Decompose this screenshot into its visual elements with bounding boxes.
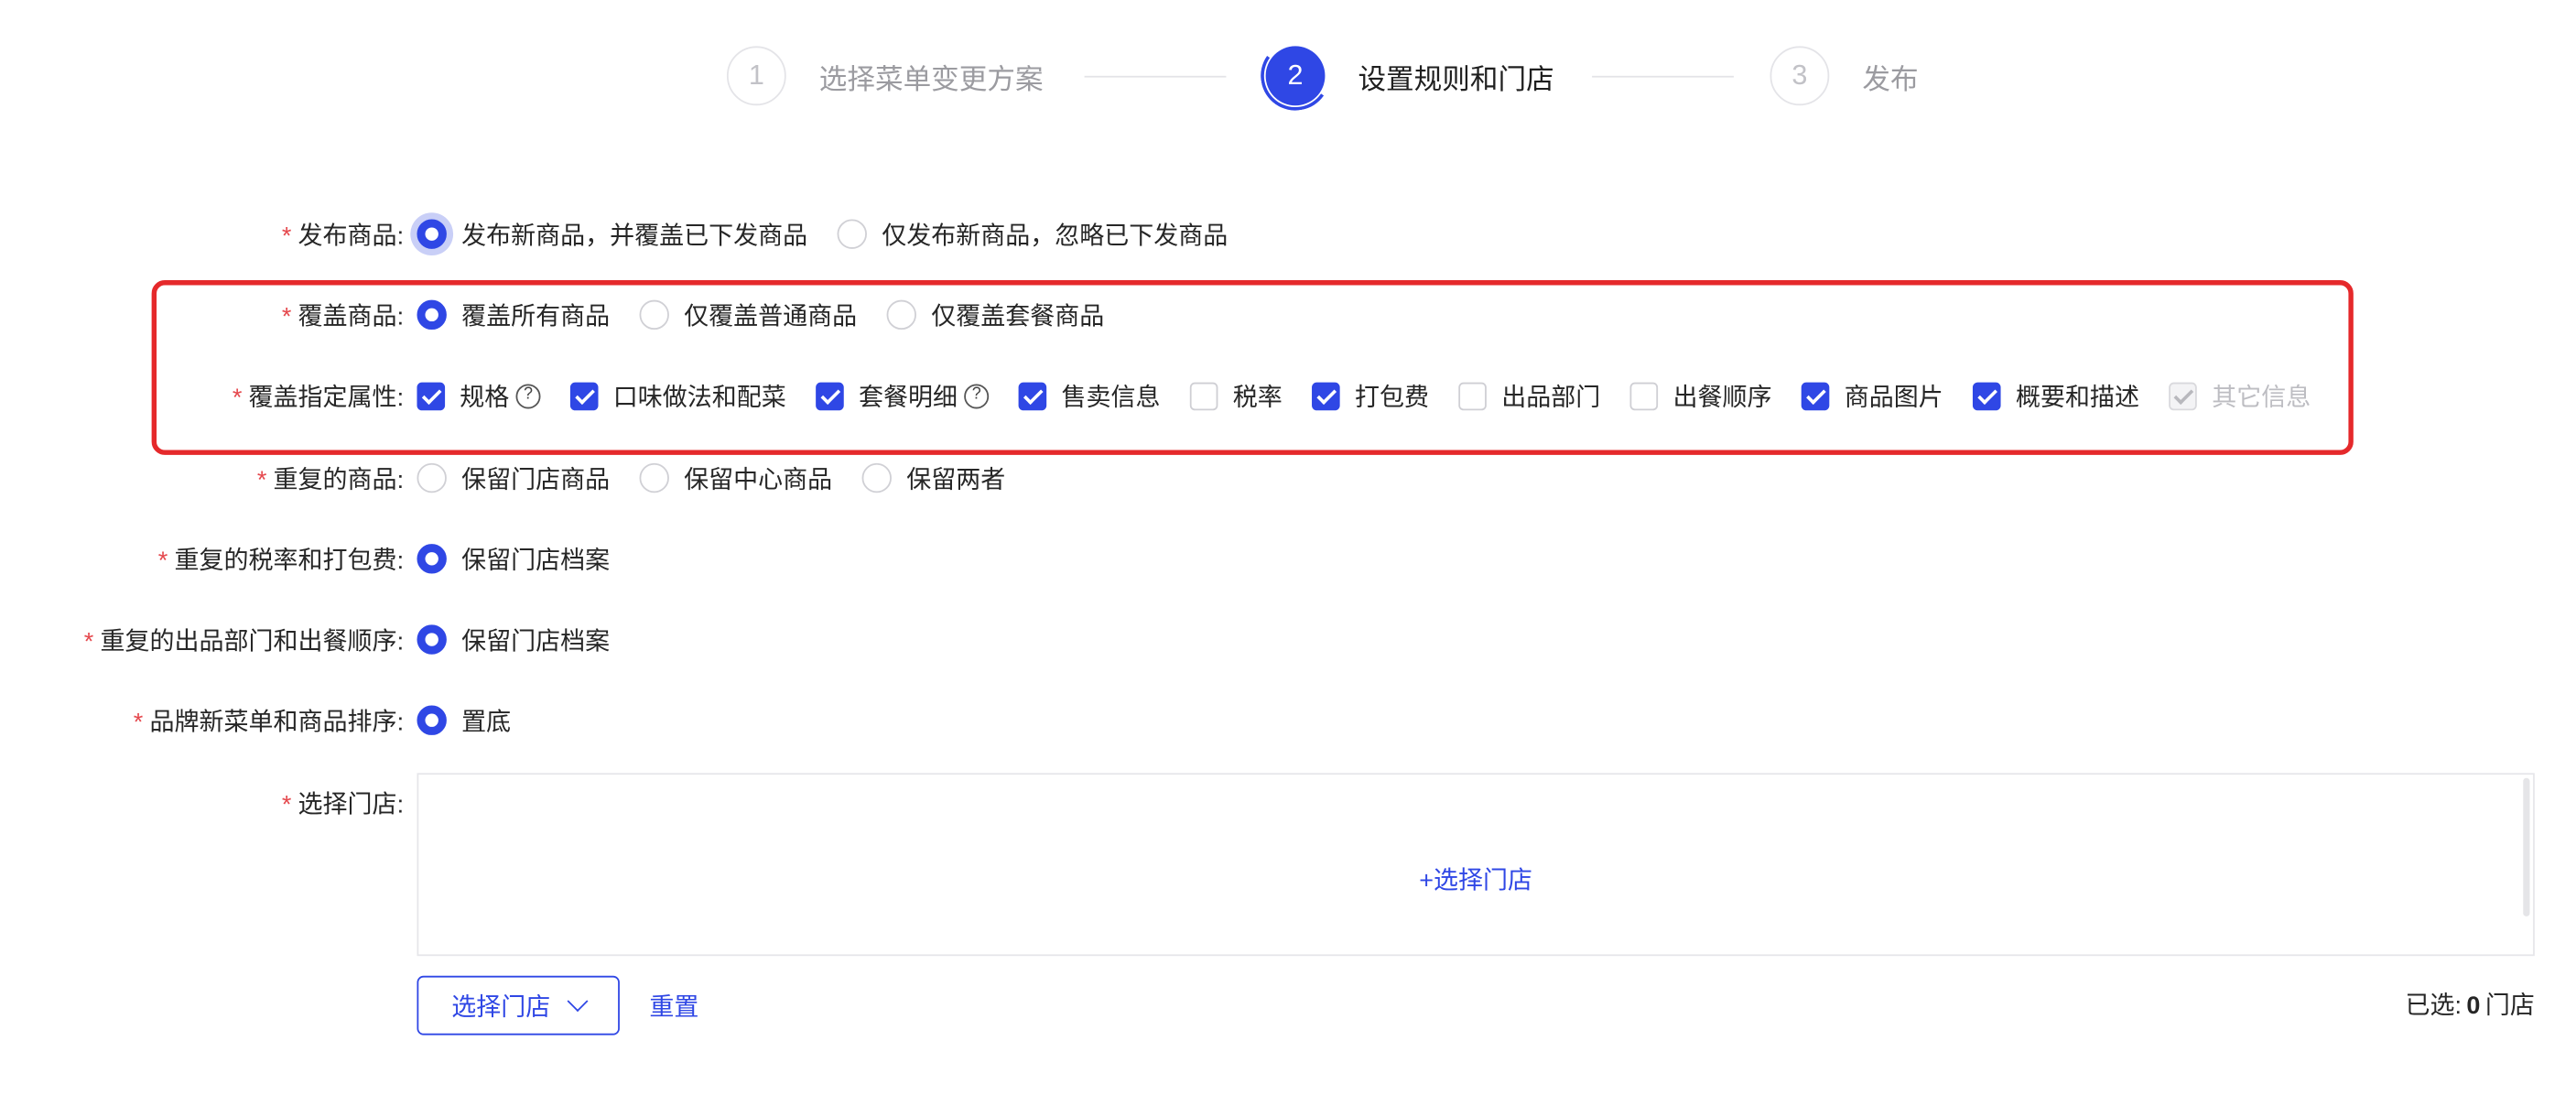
reset-link[interactable]: 重置	[649, 989, 698, 1024]
option-label: 保留中心商品	[684, 465, 833, 494]
required-mark: *	[133, 709, 144, 737]
option-label: 保留门店档案	[461, 627, 611, 656]
label-text: 重复的税率和打包费:	[174, 547, 405, 576]
radio[interactable]	[417, 462, 447, 493]
radio[interactable]	[861, 462, 893, 493]
brand-sort-bottom[interactable]: 置底	[417, 703, 511, 738]
selected-suffix: 门店	[2484, 992, 2535, 1021]
selected-store-count: 已选: 0 门店	[2405, 987, 2534, 1022]
select-store-button[interactable]: 选择门店	[417, 975, 620, 1035]
selected-prefix: 已选:	[2405, 992, 2462, 1021]
duplicate-tax-options: 保留门店档案	[417, 539, 639, 579]
publish-goods-options: 发布新商品，并覆盖已下发商品 仅发布新商品，忽略已下发商品	[417, 214, 1257, 254]
duplicate-keep-store[interactable]: 保留门店商品	[417, 461, 610, 495]
chevron-down-icon	[567, 991, 589, 1013]
step-connector	[1592, 75, 1734, 78]
publish-goods-label: * 发布商品:	[282, 218, 404, 253]
duplicate-tax-row: * 重复的税率和打包费: 保留门店档案	[0, 539, 2576, 579]
step-3: 3 发布	[1770, 43, 1919, 109]
option-label: 置底	[461, 708, 512, 736]
add-store-link[interactable]: +选择门店	[418, 862, 2533, 897]
step-2: 2 设置规则和门店	[1265, 43, 1554, 109]
radio-selected[interactable]	[417, 705, 447, 735]
select-store-label: * 选择门店:	[282, 786, 404, 821]
step-2-number: 2	[1265, 46, 1326, 106]
option-label: 保留两者	[906, 465, 1006, 494]
required-mark: *	[157, 547, 168, 576]
label-text: 重复的出品部门和出餐顺序:	[100, 627, 405, 656]
duplicate-goods-row: * 重复的商品: 保留门店商品 保留中心商品 保留两者	[0, 458, 2576, 497]
duplicate-keep-center[interactable]: 保留中心商品	[639, 461, 833, 495]
duplicate-dept-keep-store[interactable]: 保留门店档案	[417, 623, 610, 657]
label-text: 发布商品:	[298, 222, 405, 251]
required-mark: *	[281, 791, 292, 819]
store-selection-area: +选择门店	[417, 773, 2535, 957]
step-1-label: 选择菜单变更方案	[818, 63, 1044, 95]
highlight-box	[151, 280, 2354, 455]
brand-sort-row: * 品牌新菜单和商品排序: 置底	[0, 700, 2576, 740]
scrollbar[interactable]	[2523, 777, 2530, 916]
required-mark: *	[83, 627, 94, 656]
duplicate-dept-row: * 重复的出品部门和出餐顺序: 保留门店档案	[0, 620, 2576, 659]
radio-selected[interactable]	[417, 219, 447, 249]
publish-goods-option-overwrite[interactable]: 发布新商品，并覆盖已下发商品	[417, 217, 807, 252]
radio-selected[interactable]	[417, 544, 447, 574]
duplicate-dept-options: 保留门店档案	[417, 620, 639, 659]
duplicate-tax-label: * 重复的税率和打包费:	[158, 542, 404, 577]
option-label: 发布新商品，并覆盖已下发商品	[461, 222, 808, 250]
label-text: 重复的商品:	[273, 466, 405, 495]
step-3-number: 3	[1770, 46, 1830, 106]
step-2-label: 设置规则和门店	[1358, 63, 1554, 95]
selected-number: 0	[2466, 992, 2481, 1021]
publish-goods-row: * 发布商品: 发布新商品，并覆盖已下发商品 仅发布新商品，忽略已下发商品	[0, 214, 2576, 254]
label-text: 品牌新菜单和商品排序:	[149, 709, 405, 737]
step-1: 1 选择菜单变更方案	[726, 43, 1044, 109]
step-1-number: 1	[726, 46, 786, 106]
label-text: 选择门店:	[298, 791, 405, 819]
option-label: 仅发布新商品，忽略已下发商品	[882, 222, 1228, 250]
radio[interactable]	[837, 219, 867, 249]
duplicate-goods-options: 保留门店商品 保留中心商品 保留两者	[417, 458, 1034, 497]
brand-sort-options: 置底	[417, 700, 540, 740]
duplicate-goods-label: * 重复的商品:	[257, 461, 404, 496]
duplicate-keep-both[interactable]: 保留两者	[861, 461, 1006, 495]
stepper: 1 选择菜单变更方案 2 设置规则和门店 3 发布	[0, 43, 2576, 113]
option-label: 保留门店档案	[461, 546, 611, 575]
publish-goods-option-new-only[interactable]: 仅发布新商品，忽略已下发商品	[837, 217, 1228, 252]
step-3-label: 发布	[1862, 63, 1919, 95]
page: 1 选择菜单变更方案 2 设置规则和门店 3 发布 * 发布商品: 发布新商品，并…	[0, 0, 2576, 1094]
radio[interactable]	[639, 462, 669, 493]
option-label: 保留门店商品	[461, 465, 611, 494]
brand-sort-label: * 品牌新菜单和商品排序:	[134, 704, 404, 739]
required-mark: *	[256, 466, 267, 495]
step-connector	[1084, 75, 1227, 78]
duplicate-tax-keep-store[interactable]: 保留门店档案	[417, 541, 610, 576]
select-store-button-label: 选择门店	[451, 992, 551, 1022]
radio-selected[interactable]	[417, 624, 447, 655]
required-mark: *	[281, 222, 292, 251]
duplicate-dept-label: * 重复的出品部门和出餐顺序:	[84, 623, 404, 658]
